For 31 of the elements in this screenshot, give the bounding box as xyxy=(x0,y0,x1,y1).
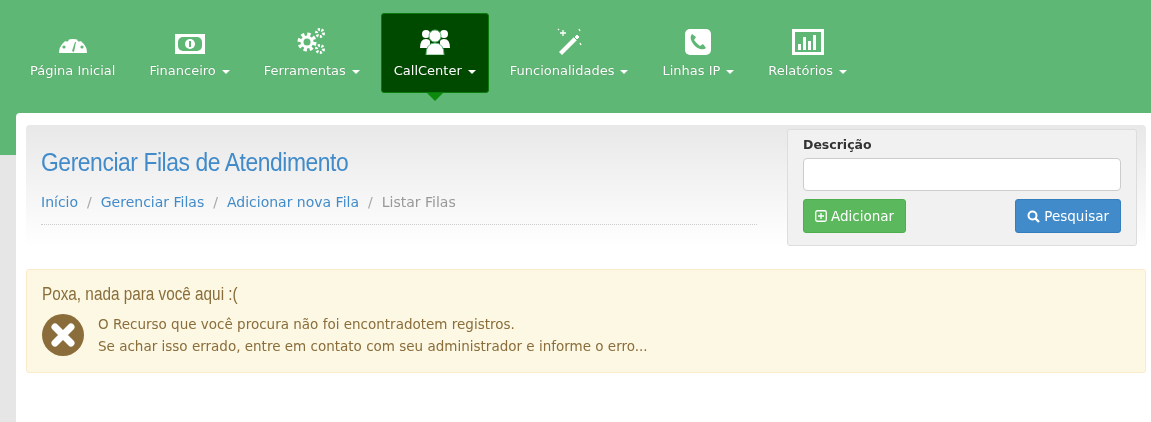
nav-menu-item[interactable]: Ferramentas xyxy=(250,13,373,93)
plus-square-icon xyxy=(815,210,827,222)
gears-icon xyxy=(295,27,328,55)
breadcrumb-link[interactable]: Início xyxy=(41,194,79,210)
phone-icon xyxy=(685,29,712,55)
breadcrumb-separator: / xyxy=(86,194,93,210)
error-icon xyxy=(42,314,84,356)
nav-menu-item[interactable]: Linhas IP xyxy=(649,13,748,93)
breadcrumb-separator: / xyxy=(212,194,219,210)
nav-menu-item[interactable]: Financeiro xyxy=(136,13,243,93)
page-title: Gerenciar Filas de Atendimento xyxy=(41,147,349,178)
alert-title: Poxa, nada para você aqui :( xyxy=(42,284,238,305)
breadcrumb-link[interactable]: Adicionar nova Fila xyxy=(226,194,360,210)
banknote-icon xyxy=(173,33,206,55)
users-icon xyxy=(418,27,451,55)
alert-message: O Recurso que você procura não foi encontradotem registros. xyxy=(98,315,516,334)
breadcrumb-current: Listar Filas xyxy=(381,194,456,210)
nav-menu-item[interactable]: Funcionalidades xyxy=(496,13,642,93)
add-button[interactable]: Adicionar xyxy=(803,199,907,233)
description-field[interactable] xyxy=(803,158,1121,191)
search-button[interactable]: Pesquisar xyxy=(1015,199,1121,233)
breadcrumb-separator: / xyxy=(367,194,374,210)
wand-icon xyxy=(555,27,584,55)
nav-menu-item[interactable]: Página Inicial xyxy=(17,13,129,93)
pointer-icon xyxy=(426,93,443,101)
field-label: Descrição xyxy=(803,137,873,152)
bar-chart-icon xyxy=(791,29,824,55)
search-icon xyxy=(1027,209,1041,223)
nav-menu-item[interactable]: Relatórios xyxy=(755,13,861,93)
breadcrumb-link[interactable]: Gerenciar Filas xyxy=(100,194,205,210)
alert-message: Se achar isso errado, entre em contato com seu administrador e informe o erro... xyxy=(98,337,648,356)
